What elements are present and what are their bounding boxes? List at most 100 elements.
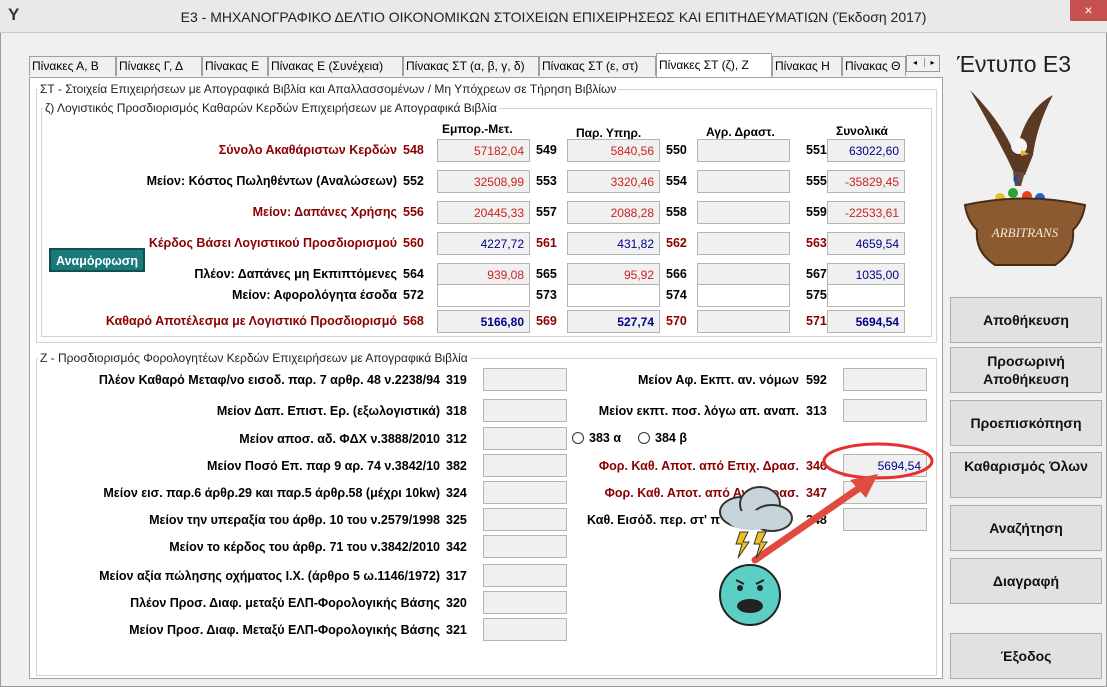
field-569[interactable]: 527,74 (567, 310, 660, 333)
z-code-325: 325 (446, 513, 467, 527)
radio-383-label: 383 α (589, 431, 622, 445)
z-field-313[interactable] (843, 399, 927, 422)
z-field-325[interactable] (483, 508, 567, 531)
radio-384[interactable]: 384 β (638, 431, 687, 445)
field-562[interactable] (697, 232, 790, 255)
z-label-312: Μείον αποσ. αδ. ΦΔΧ ν.3888/2010 (239, 432, 440, 446)
z-code-313: 313 (806, 404, 827, 418)
z-code-342: 342 (446, 540, 467, 554)
code-570: 570 (666, 314, 687, 328)
tab-h[interactable]: Πίνακας Η (772, 56, 842, 76)
svg-text:€: € (1013, 171, 1021, 187)
field-574[interactable] (697, 284, 790, 307)
delete-button[interactable]: Διαγραφή (950, 558, 1102, 604)
field-553[interactable]: 3320,46 (567, 170, 660, 193)
code-554: 554 (666, 174, 687, 188)
field-572[interactable] (437, 284, 530, 307)
field-552[interactable]: 32508,99 (437, 170, 530, 193)
row-label-net-result: Καθαρό Αποτέλεσμα με Λογιστικό Προσδιορι… (105, 314, 397, 328)
z-code-318: 318 (446, 404, 467, 418)
code-565: 565 (536, 267, 557, 281)
z-label-313: Μείον εκπτ. ποσ. λόγω απ. αναπ. (598, 404, 799, 418)
code-548: 548 (403, 143, 424, 157)
search-button[interactable]: Αναζήτηση (950, 505, 1102, 551)
code-560: 560 (403, 236, 424, 250)
anamorfosi-button[interactable]: Αναμόρφωση (49, 248, 145, 272)
field-566[interactable] (697, 263, 790, 286)
field-565[interactable]: 95,92 (567, 263, 660, 286)
field-554[interactable] (697, 170, 790, 193)
z-field-318[interactable] (483, 399, 567, 422)
field-556[interactable]: 20445,33 (437, 201, 530, 224)
tab-a-b[interactable]: Πίνακες Α, Β (29, 56, 116, 76)
z-label-382: Μείον Ποσό Επ. παρ 9 αρ. 74 ν.3842/10 (207, 459, 440, 473)
z-field-321[interactable] (483, 618, 567, 641)
exit-button[interactable]: Έξοδος (950, 633, 1102, 679)
z-field-320[interactable] (483, 591, 567, 614)
tab-st-est[interactable]: Πίνακας ΣΤ (ε, στ) (539, 56, 656, 76)
preview-button[interactable]: Προεπισκόπηση (950, 400, 1102, 446)
field-555[interactable]: -35829,45 (827, 170, 905, 193)
radio-384-circle[interactable] (638, 432, 650, 444)
code-550: 550 (666, 143, 687, 157)
z-field-317[interactable] (483, 564, 567, 587)
code-561: 561 (536, 236, 557, 250)
radio-383-circle[interactable] (572, 432, 584, 444)
z-code-317: 317 (446, 569, 467, 583)
field-575[interactable] (827, 284, 905, 307)
temp-save-button[interactable]: Προσωρινή Αποθήκευση (950, 347, 1102, 393)
field-551[interactable]: 63022,60 (827, 139, 905, 162)
save-button[interactable]: Αποθήκευση (950, 297, 1102, 343)
field-563[interactable]: 4659,54 (827, 232, 905, 255)
field-558[interactable] (697, 201, 790, 224)
tab-e[interactable]: Πίνακας Ε (202, 56, 268, 76)
code-551: 551 (806, 143, 827, 157)
code-562: 562 (666, 236, 687, 250)
field-548[interactable]: 57182,04 (437, 139, 530, 162)
z-code-592: 592 (806, 373, 827, 387)
tab-th[interactable]: Πίνακας Θ (842, 56, 906, 76)
z-field-312[interactable] (483, 427, 567, 450)
radio-383[interactable]: 383 α (572, 431, 621, 445)
col-header-total: Συνολικά (836, 124, 888, 138)
z-label-317: Μείον αξία πώλησης οχήματος Ι.Χ. (άρθρο … (99, 569, 440, 583)
field-560[interactable]: 4227,72 (437, 232, 530, 255)
field-573[interactable] (567, 284, 660, 307)
field-567[interactable]: 1035,00 (827, 263, 905, 286)
tab-e-cont[interactable]: Πίνακας Ε (Συνέχεια) (268, 56, 403, 76)
z-code-319: 319 (446, 373, 467, 387)
z-field-592[interactable] (843, 368, 927, 391)
code-574: 574 (666, 288, 687, 302)
field-568[interactable]: 5166,80 (437, 310, 530, 333)
code-558: 558 (666, 205, 687, 219)
z-field-382[interactable] (483, 454, 567, 477)
field-571[interactable]: 5694,54 (827, 310, 905, 333)
field-550[interactable] (697, 139, 790, 162)
z-label-320: Πλέον Προσ. Διαφ. μεταξύ ΕΛΠ-Φορολογικής… (130, 596, 440, 610)
close-button[interactable]: × (1070, 0, 1107, 21)
tab-scroll-right-icon[interactable]: ▸ (924, 58, 940, 67)
code-549: 549 (536, 143, 557, 157)
field-561[interactable]: 431,82 (567, 232, 660, 255)
cloud-icon (719, 486, 793, 532)
field-557[interactable]: 2088,28 (567, 201, 660, 224)
z-code-324: 324 (446, 486, 467, 500)
z-label-324: Μείον εισ. παρ.6 άρθρ.29 και παρ.5 άρθρ.… (103, 486, 440, 500)
tab-g-d[interactable]: Πίνακες Γ, Δ (116, 56, 202, 76)
field-564[interactable]: 939,08 (437, 263, 530, 286)
section-st-title: ΣΤ - Στοιχεία Επιχειρήσεων με Απογραφικά… (38, 82, 619, 96)
code-563: 563 (806, 236, 827, 250)
z-field-324[interactable] (483, 481, 567, 504)
code-572: 572 (403, 288, 424, 302)
field-559[interactable]: -22533,61 (827, 201, 905, 224)
z-label-319: Πλέον Καθαρό Μεταφ/νο εισοδ. παρ. 7 αρθρ… (98, 373, 440, 387)
z-field-319[interactable] (483, 368, 567, 391)
z-field-342[interactable] (483, 535, 567, 558)
tab-scroll-left-icon[interactable]: ◂ (907, 58, 923, 67)
tab-st-z[interactable]: Πίνακες ΣΤ (ζ), Ζ (656, 53, 772, 77)
clear-all-button[interactable]: Καθαρισμός Όλων (950, 452, 1102, 498)
code-571: 571 (806, 314, 827, 328)
field-570[interactable] (697, 310, 790, 333)
field-549[interactable]: 5840,56 (567, 139, 660, 162)
tab-st-abgd[interactable]: Πίνακας ΣΤ (α, β, γ, δ) (403, 56, 539, 76)
